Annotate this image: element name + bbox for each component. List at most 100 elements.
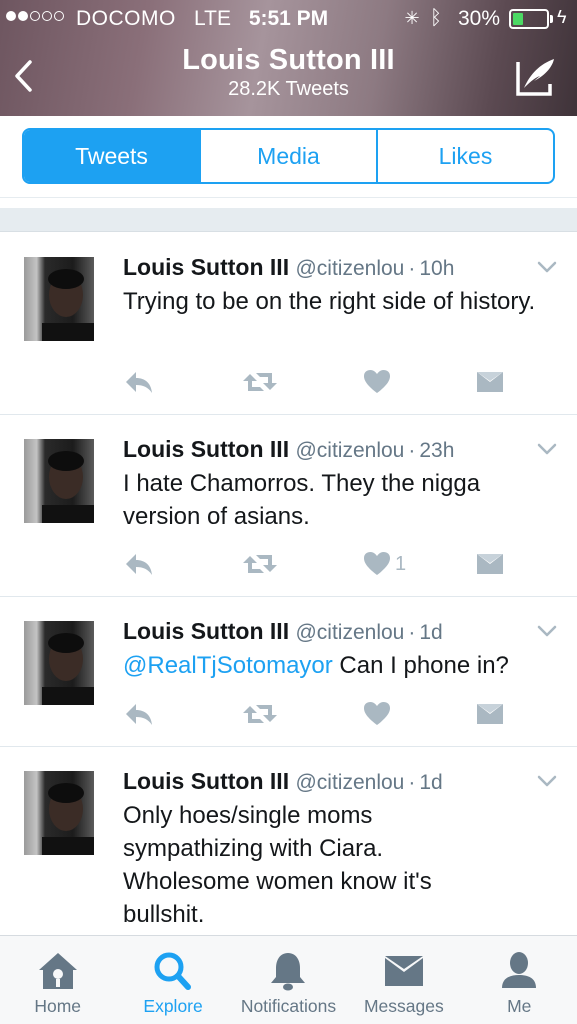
tweet-body: I hate Chamorros. They the nigga version… bbox=[123, 470, 481, 530]
tweet-text: @RealTjSotomayor Can I phone in? bbox=[123, 649, 543, 682]
author-handle[interactable]: @citizenlou bbox=[295, 439, 404, 462]
like-count: 1 bbox=[395, 552, 407, 575]
profile-header: DOCOMO LTE 5:51 PM ✳ ᛒ 30% ϟ Louis Sutto… bbox=[0, 0, 577, 116]
charging-icon: ϟ bbox=[557, 7, 567, 27]
compose-tweet-button[interactable] bbox=[514, 54, 560, 98]
direct-message-button[interactable] bbox=[476, 366, 504, 398]
avatar[interactable] bbox=[24, 257, 94, 341]
tweet-actions: 1 bbox=[0, 548, 577, 580]
envelope-icon bbox=[477, 704, 503, 724]
tweet-timestamp[interactable]: 1d bbox=[419, 771, 442, 794]
tweet-count: 28.2K Tweets bbox=[228, 78, 349, 100]
avatar[interactable] bbox=[24, 771, 94, 855]
chevron-down-icon[interactable] bbox=[536, 773, 558, 789]
tab-explore[interactable]: Explore bbox=[115, 936, 230, 1024]
battery-nub bbox=[550, 15, 553, 23]
bluetooth-icon: ᛒ bbox=[430, 7, 442, 29]
tab-label: Home bbox=[34, 996, 82, 1016]
reply-button[interactable] bbox=[123, 548, 155, 580]
direct-message-button[interactable] bbox=[476, 548, 504, 580]
retweet-button[interactable] bbox=[242, 548, 278, 580]
section-divider bbox=[0, 208, 577, 232]
heart-icon bbox=[364, 370, 390, 393]
meta-separator: · bbox=[408, 439, 416, 462]
home-icon bbox=[38, 953, 77, 989]
author-handle[interactable]: @citizenlou bbox=[295, 257, 404, 280]
reply-button[interactable] bbox=[123, 698, 155, 730]
avatar[interactable] bbox=[24, 621, 94, 705]
tweet-actions bbox=[0, 366, 577, 398]
heart-icon bbox=[364, 702, 390, 725]
like-button[interactable]: 1 bbox=[363, 548, 406, 580]
reply-button[interactable] bbox=[123, 366, 155, 398]
tab-media[interactable]: Media bbox=[199, 130, 376, 182]
chevron-down-icon[interactable] bbox=[536, 441, 558, 457]
tweet-body: Can I phone in? bbox=[332, 652, 509, 679]
author-handle[interactable]: @citizenlou bbox=[295, 771, 404, 794]
tweet-item[interactable]: Louis Sutton III @citizenlou · 1d Only hoe… bbox=[0, 747, 577, 935]
retweet-icon bbox=[243, 705, 277, 723]
retweet-icon bbox=[243, 555, 277, 573]
avatar[interactable] bbox=[24, 439, 94, 523]
envelope-icon bbox=[477, 372, 503, 392]
author-name[interactable]: Louis Sutton III bbox=[123, 768, 289, 794]
tab-label: Messages bbox=[363, 996, 444, 1016]
battery-level bbox=[513, 13, 523, 25]
app-screen: DOCOMO LTE 5:51 PM ✳ ᛒ 30% ϟ Louis Sutto… bbox=[0, 0, 577, 1024]
reply-icon bbox=[126, 554, 152, 575]
status-bar: DOCOMO LTE 5:51 PM ✳ ᛒ 30% ϟ bbox=[0, 0, 577, 38]
tweet-timestamp[interactable]: 1d bbox=[419, 621, 442, 644]
profile-tabs-area: Tweets Media Likes bbox=[0, 116, 577, 198]
retweet-button[interactable] bbox=[242, 366, 278, 398]
tab-label: Explore bbox=[143, 996, 203, 1016]
tweet-text: Only hoes/single moms sympathizing with … bbox=[123, 799, 493, 931]
like-button[interactable] bbox=[363, 698, 395, 730]
retweet-button[interactable] bbox=[242, 698, 278, 730]
tweet-text: Trying to be on the right side of histor… bbox=[123, 285, 543, 318]
tweet-header: Louis Sutton III @citizenlou · 23h bbox=[123, 435, 517, 465]
tab-likes[interactable]: Likes bbox=[376, 130, 553, 182]
activity-spinner-icon: ✳ bbox=[404, 8, 420, 28]
direct-message-button[interactable] bbox=[476, 698, 504, 730]
tweet-text: I hate Chamorros. They the nigga version… bbox=[123, 467, 543, 533]
reply-icon bbox=[126, 372, 152, 393]
page-title: Louis Sutton III bbox=[182, 44, 395, 76]
tweet-item[interactable]: Louis Sutton III @citizenlou · 23h I hate … bbox=[0, 415, 577, 597]
profile-segmented-control: Tweets Media Likes bbox=[22, 128, 555, 184]
tweet-timestamp[interactable]: 23h bbox=[419, 439, 454, 462]
tab-home[interactable]: Home bbox=[0, 936, 115, 1024]
tab-label: Notifications bbox=[240, 996, 337, 1016]
tweet-item[interactable]: Louis Sutton III @citizenlou · 1d @RealTjS… bbox=[0, 597, 577, 747]
chevron-down-icon[interactable] bbox=[536, 259, 558, 275]
tweet-timestamp[interactable]: 10h bbox=[419, 257, 454, 280]
tab-notifications[interactable]: Notifications bbox=[231, 936, 346, 1024]
tweet-body: Trying to be on the right side of histor… bbox=[123, 288, 536, 315]
tweet-header: Louis Sutton III @citizenlou · 1d bbox=[123, 767, 517, 797]
battery-icon bbox=[509, 9, 549, 29]
tab-me[interactable]: Me bbox=[462, 936, 577, 1024]
like-button[interactable] bbox=[363, 366, 395, 398]
meta-separator: · bbox=[408, 621, 416, 644]
compose-tweet-icon bbox=[516, 59, 554, 96]
tweet-item[interactable]: Louis Sutton III @citizenlou · 10h Trying … bbox=[0, 233, 577, 415]
bell-icon bbox=[271, 953, 306, 991]
author-name[interactable]: Louis Sutton III bbox=[123, 254, 289, 280]
envelope-icon bbox=[384, 956, 423, 986]
author-handle[interactable]: @citizenlou bbox=[295, 621, 404, 644]
person-icon bbox=[502, 952, 537, 988]
tab-tweets[interactable]: Tweets bbox=[24, 130, 199, 182]
meta-separator: · bbox=[408, 257, 416, 280]
search-icon bbox=[154, 952, 192, 990]
meta-separator: · bbox=[408, 771, 416, 794]
author-name[interactable]: Louis Sutton III bbox=[123, 436, 289, 462]
tweet-header: Louis Sutton III @citizenlou · 10h bbox=[123, 253, 517, 283]
bottom-tab-bar: Home Explore Notifications Messages Me bbox=[0, 935, 577, 1024]
tweet-mention[interactable]: @RealTjSotomayor bbox=[123, 652, 333, 679]
author-name[interactable]: Louis Sutton III bbox=[123, 618, 289, 644]
tab-messages[interactable]: Messages bbox=[346, 936, 461, 1024]
tweet-body: Only hoes/single moms sympathizing with … bbox=[123, 802, 432, 928]
retweet-icon bbox=[243, 373, 277, 391]
chevron-down-icon[interactable] bbox=[536, 623, 558, 639]
tweet-header: Louis Sutton III @citizenlou · 1d bbox=[123, 617, 517, 647]
reply-icon bbox=[126, 704, 152, 725]
